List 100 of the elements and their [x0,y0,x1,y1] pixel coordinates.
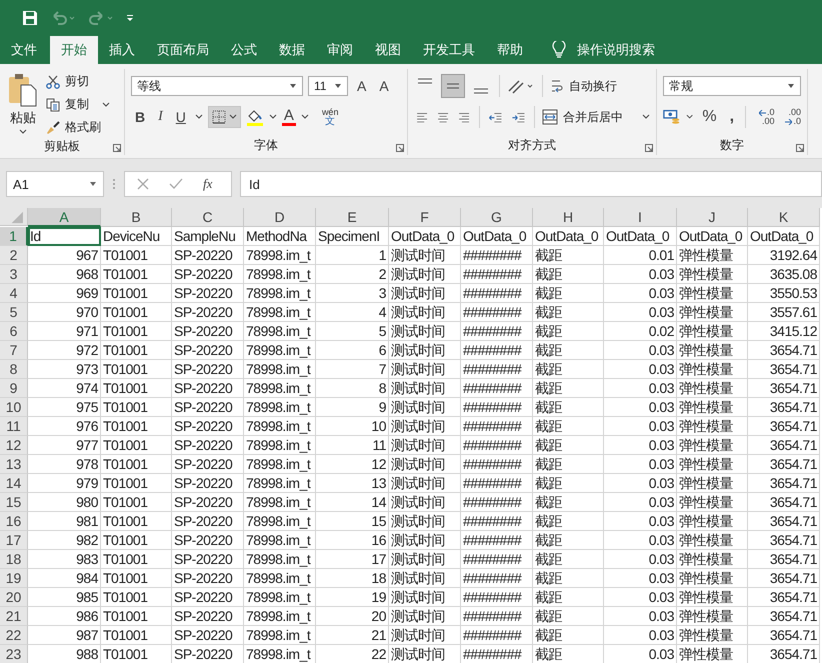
caret-icon[interactable] [686,114,694,120]
table-cell: ######## [461,379,533,398]
font-name-dropdown[interactable]: 等线 [131,76,303,96]
ribbon-tab[interactable]: 页面布局 [146,36,220,64]
percent-style-button[interactable]: % [698,106,721,128]
phonetic-guide-button[interactable]: wén 文 [322,107,338,127]
ribbon-tab[interactable]: 插入 [98,36,146,64]
ribbon-tab[interactable]: 审阅 [316,36,364,64]
column-header[interactable]: D [244,208,316,227]
column-header[interactable]: K [748,208,820,227]
column-header[interactable]: F [389,208,461,227]
dialog-launcher-icon[interactable] [645,144,653,152]
dialog-launcher-icon[interactable] [396,144,404,152]
customize-caret-icon[interactable] [126,14,134,22]
ribbon-tab[interactable]: 帮助 [486,36,534,64]
ribbon-tab[interactable]: 视图 [364,36,412,64]
wrap-text-button[interactable]: 自动换行 [550,76,617,96]
row-header[interactable]: 8 [0,360,28,379]
italic-button[interactable]: I [154,106,167,128]
table-cell: DeviceNu [101,227,172,246]
format-painter-button[interactable]: 格式刷 [46,117,110,138]
formula-input[interactable]: Id [240,171,822,197]
check-icon[interactable] [169,178,183,190]
comma-style-button[interactable]: , [726,106,738,128]
column-header[interactable]: I [604,208,677,227]
row-header[interactable]: 13 [0,455,28,474]
row-header[interactable]: 19 [0,569,28,588]
currency-icon[interactable] [663,108,682,126]
row-header[interactable]: 1 [0,227,28,246]
dialog-launcher-icon[interactable] [113,144,121,152]
underline-button[interactable]: U [172,106,190,128]
table-cell: 弹性模量 [677,455,748,474]
row-header[interactable]: 10 [0,398,28,417]
table-cell: 78998.im_t [244,455,316,474]
increase-decimal-button[interactable]: .0 .00 [758,108,774,126]
table-cell: 0.03 [604,398,677,417]
row-header[interactable]: 2 [0,246,28,265]
row-header[interactable]: 20 [0,588,28,607]
middle-align-icon[interactable] [441,74,465,98]
bold-button[interactable]: B [131,106,150,128]
row-header[interactable]: 3 [0,265,28,284]
column-header[interactable]: H [533,208,604,227]
ribbon-tab[interactable]: 开发工具 [412,36,486,64]
row-header[interactable]: 23 [0,645,28,663]
cut-button[interactable]: 剪切 [46,71,110,92]
caret-icon[interactable] [194,114,203,120]
table-cell: 截距 [533,455,604,474]
table-cell: ######## [461,512,533,531]
row-header[interactable]: 18 [0,550,28,569]
row-header[interactable]: 21 [0,607,28,626]
font-color-button[interactable]: A [282,108,296,126]
font-size-dropdown[interactable]: 11 [308,76,348,96]
caret-icon[interactable] [268,114,277,120]
column-header[interactable]: A [28,208,101,227]
row-header[interactable]: 6 [0,322,28,341]
caret-icon[interactable] [300,114,309,120]
table-cell: ######## [461,322,533,341]
table-cell: T01001 [101,341,172,360]
merge-center-button[interactable]: 合并后居中 [542,106,650,128]
row-header[interactable]: 16 [0,512,28,531]
decrease-decimal-button[interactable]: .00 .0 [785,108,801,126]
borders-button[interactable] [208,106,241,128]
column-header[interactable]: J [677,208,748,227]
decrease-font-size-button[interactable]: A [375,75,393,97]
increase-font-size-button[interactable]: A [353,75,370,97]
row-header[interactable]: 5 [0,303,28,322]
row-header[interactable]: 11 [0,417,28,436]
paste-button[interactable]: 粘贴 [6,71,40,138]
table-cell: 测试时间 [389,626,461,645]
name-box[interactable]: A1 [6,171,104,197]
ribbon-tab[interactable]: 数据 [268,36,316,64]
table-cell: 78998.im_t [244,607,316,626]
ribbon-tab[interactable]: 文件 [0,36,48,64]
save-icon[interactable] [22,10,38,26]
row-header[interactable]: 22 [0,626,28,645]
row-header[interactable]: 17 [0,531,28,550]
row-header[interactable]: 7 [0,341,28,360]
ribbon-tab[interactable]: 开始 [50,36,98,64]
table-cell: 3 [316,284,389,303]
column-header[interactable]: B [101,208,172,227]
copy-button[interactable]: 复制 [46,94,110,115]
dialog-launcher-icon[interactable] [796,144,804,152]
tell-me-search[interactable]: 操作说明搜索 [566,36,666,64]
insert-function-button[interactable]: fx [203,176,212,192]
number-format-dropdown[interactable]: 常规 [663,76,801,96]
table-cell: 78998.im_t [244,379,316,398]
row-header[interactable]: 12 [0,436,28,455]
row-header[interactable]: 15 [0,493,28,512]
column-header[interactable]: G [461,208,533,227]
row-header[interactable]: 14 [0,474,28,493]
fill-color-icon[interactable] [246,108,264,126]
lightbulb-icon[interactable] [552,41,566,59]
table-cell: OutData_0 [604,227,677,246]
column-header[interactable]: C [172,208,244,227]
column-header[interactable]: E [316,208,389,227]
row-header[interactable]: 9 [0,379,28,398]
table-cell: 78998.im_t [244,360,316,379]
ribbon-tab[interactable]: 公式 [220,36,268,64]
row-header[interactable]: 4 [0,284,28,303]
table-cell: 弹性模量 [677,512,748,531]
